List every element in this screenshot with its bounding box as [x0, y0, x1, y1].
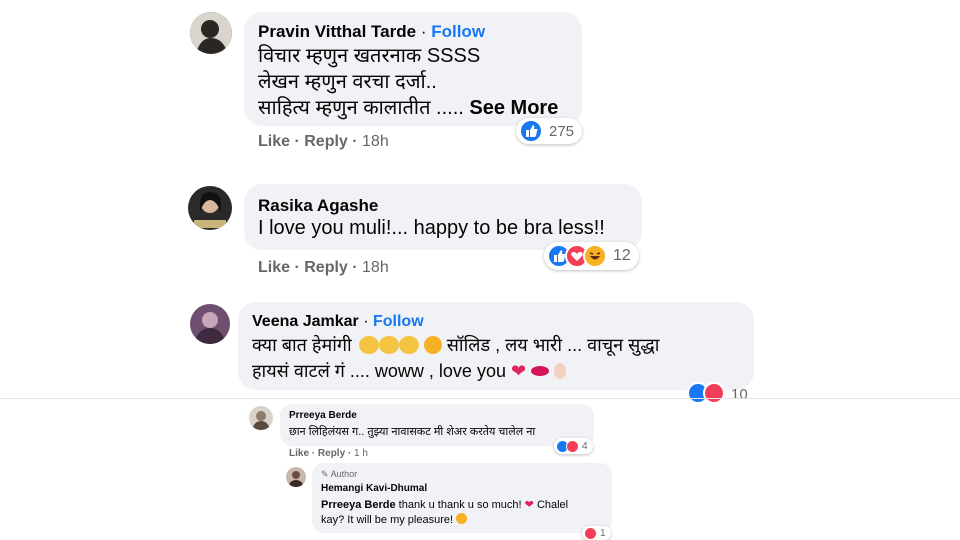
timestamp[interactable]: 18h — [362, 133, 389, 150]
author-badge: ✎ Author — [321, 469, 358, 479]
see-more-link[interactable]: See More — [469, 97, 558, 119]
love-reaction-icon — [566, 439, 579, 453]
like-button[interactable]: Like — [289, 448, 309, 459]
reply-bubble: Prreeya Berde छान लिहिलंयस ग.. तुझ्या ना… — [280, 404, 594, 446]
avatar[interactable] — [190, 304, 230, 344]
love-reaction-icon — [584, 526, 597, 540]
comment-header: Pravin Vitthal Tarde · Follow — [258, 22, 486, 41]
reply-button[interactable]: Reply — [318, 448, 345, 459]
avatar-photo — [286, 467, 306, 487]
reaction-summary[interactable]: 1 — [582, 526, 611, 540]
love-reaction-icon — [703, 382, 725, 404]
reaction-count: 4 — [582, 440, 588, 452]
pencil-icon: ✎ — [321, 469, 329, 479]
commenter-name[interactable]: Veena Jamkar — [252, 313, 359, 330]
comment-header: Veena Jamkar · Follow — [252, 313, 424, 330]
comment-bubble: Pravin Vitthal Tarde · Follow विचार म्हण… — [244, 12, 582, 126]
like-button[interactable]: Like — [258, 133, 290, 150]
follow-button[interactable]: Follow — [373, 313, 424, 330]
reaction-summary[interactable]: 275 — [516, 118, 583, 144]
reply-text: छान लिहिलंयस ग.. तुझ्या नावासकट मी शेअर … — [289, 426, 536, 438]
avatar[interactable] — [286, 467, 306, 487]
reaction-count: 12 — [613, 247, 631, 264]
comment-text: I love you muli!... happy to be bra less… — [258, 217, 605, 239]
commenter-name[interactable]: Prreeya Berde — [289, 410, 357, 421]
smiling-face-icon — [456, 513, 468, 524]
avatar-photo — [249, 406, 273, 430]
heart-emoji-icon: ❤ — [511, 361, 527, 381]
smiling-face-icon — [423, 336, 442, 354]
lips-emoji-icon — [531, 366, 550, 376]
heart-emoji-icon: ❤ — [524, 499, 534, 511]
avatar-photo — [188, 186, 232, 230]
comment-actions: Like · Reply · 18h — [258, 259, 389, 276]
avatar[interactable] — [249, 406, 273, 430]
like-reaction-icon — [519, 119, 543, 143]
comment-text: क्या बात हेमांगी सॉलिड , लय भारी ... वाच… — [252, 332, 659, 384]
avatar-photo — [190, 12, 232, 54]
mention-link[interactable]: Prreeya Berde — [321, 499, 396, 511]
reaction-summary[interactable]: 4 — [554, 438, 593, 454]
comment-text: विचार म्हणुन खतरनाक SSSS लेखन म्हणुन वरच… — [258, 45, 559, 119]
commenter-name[interactable]: Pravin Vitthal Tarde — [258, 22, 416, 41]
reply-actions: Like · Reply · 1 h — [289, 448, 368, 459]
reaction-summary[interactable]: 12 — [544, 242, 639, 270]
commenter-name[interactable]: Hemangi Kavi-Dhumal — [321, 483, 427, 494]
comment-bubble: Veena Jamkar · Follow क्या बात हेमांगी स… — [238, 302, 754, 390]
comment-bubble: Rasika Agashe I love you muli!... happy … — [244, 184, 642, 250]
egg-emoji-icon — [554, 363, 567, 379]
reaction-count: 1 — [600, 527, 606, 539]
reply-button[interactable]: Reply — [304, 133, 348, 150]
reply-button[interactable]: Reply — [304, 259, 348, 276]
commenter-name[interactable]: Rasika Agashe — [258, 196, 378, 216]
reaction-summary[interactable]: 10 — [684, 382, 754, 404]
like-button[interactable]: Like — [258, 259, 290, 276]
haha-reaction-icon — [583, 244, 607, 268]
reply-text: Prreeya Berde thank u thank u so much! ❤… — [321, 499, 569, 526]
timestamp[interactable]: 1 h — [354, 448, 368, 459]
avatar[interactable] — [188, 186, 232, 230]
clapping-emoji-icon — [378, 336, 399, 354]
timestamp[interactable]: 18h — [362, 259, 389, 276]
reaction-count: 275 — [549, 122, 575, 140]
clapping-emoji-icon — [358, 336, 379, 354]
reaction-count: 10 — [731, 385, 748, 403]
divider — [0, 398, 960, 399]
avatar-photo — [190, 304, 230, 344]
reply-bubble: ✎ Author Hemangi Kavi-Dhumal Prreeya Ber… — [312, 463, 612, 533]
follow-button[interactable]: Follow — [431, 22, 485, 41]
avatar[interactable] — [190, 12, 232, 54]
clapping-emoji-icon — [398, 336, 419, 354]
comment-actions: Like · Reply · 18h — [258, 133, 389, 150]
